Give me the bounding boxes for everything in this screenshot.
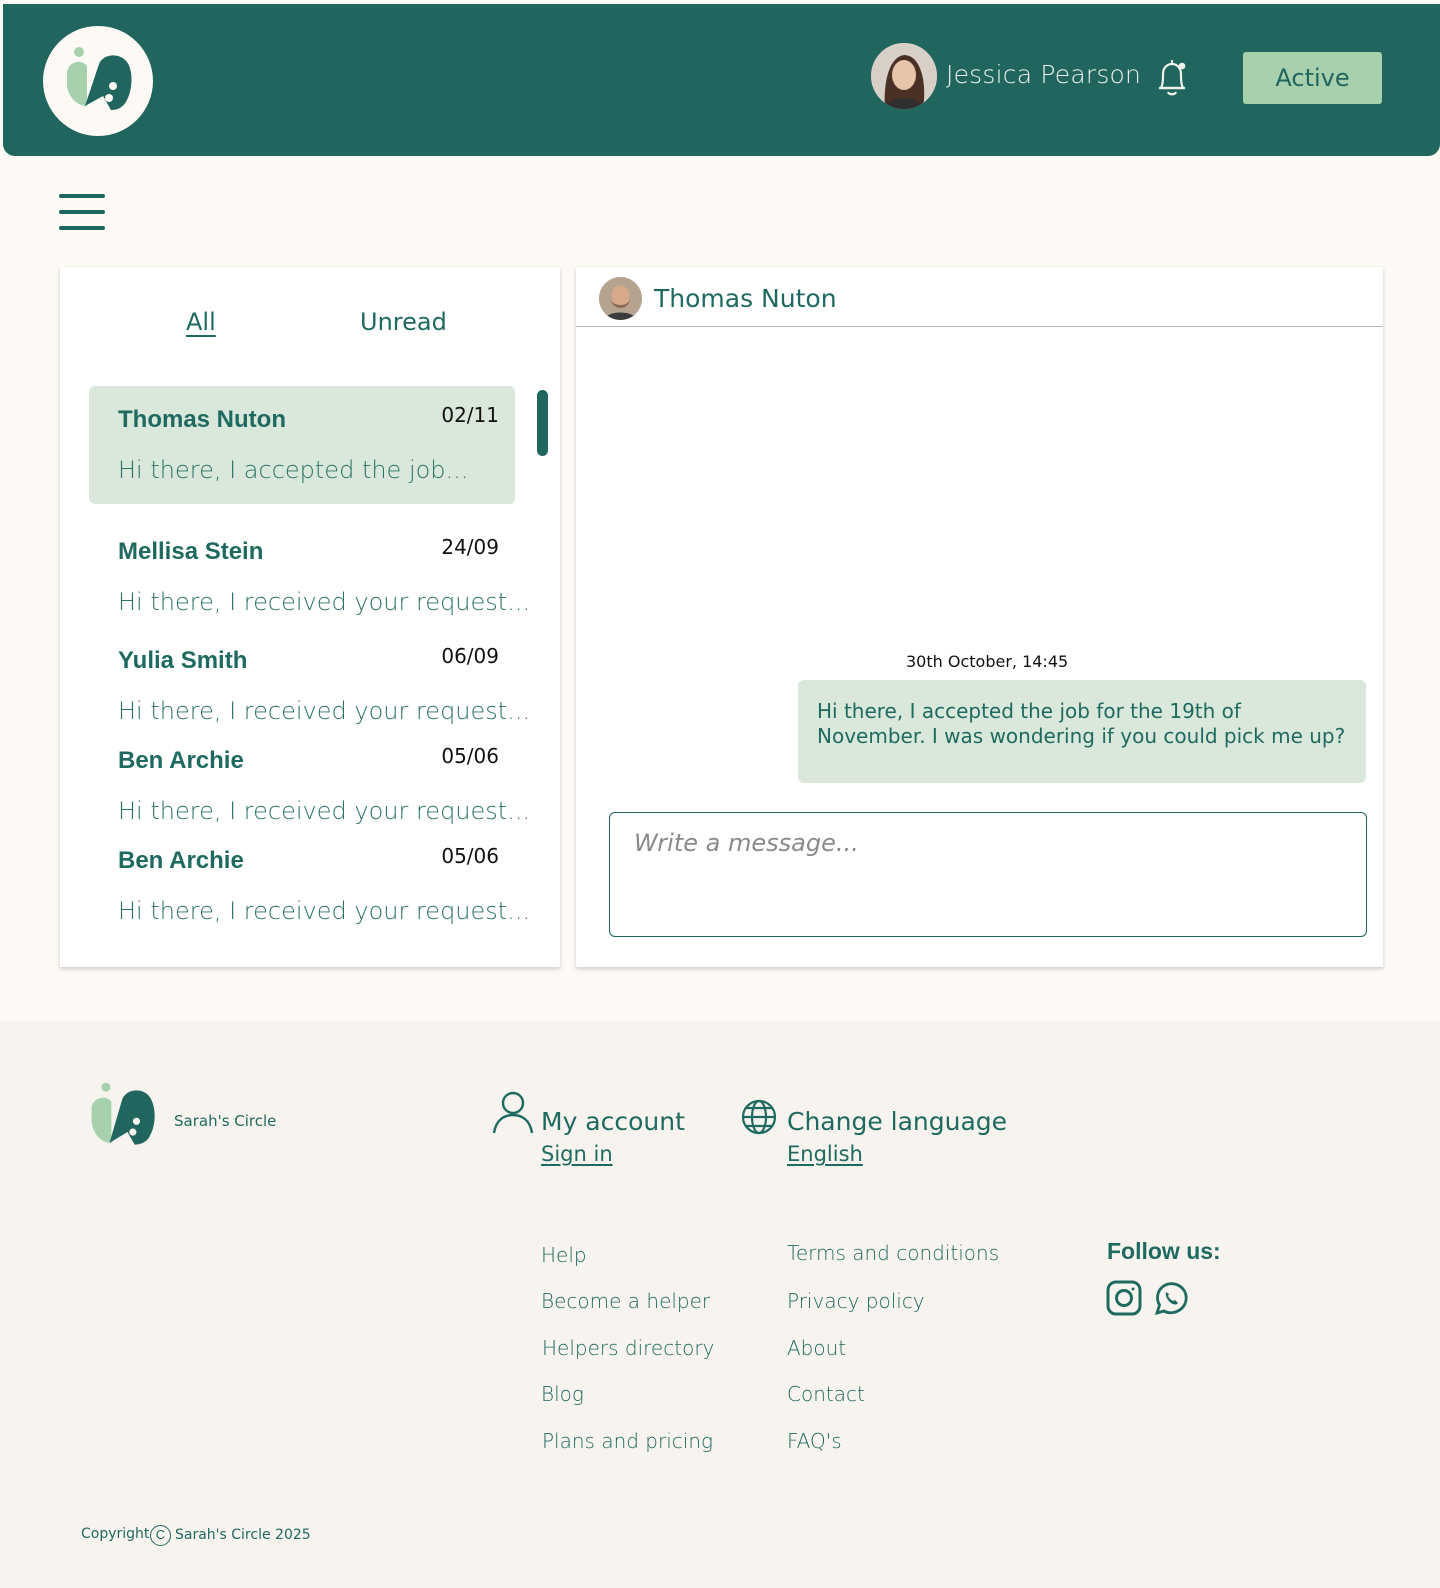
footer-logo[interactable] bbox=[86, 1080, 160, 1155]
globe-icon bbox=[740, 1098, 778, 1141]
conversation-preview: Hi there, I received your request... bbox=[118, 797, 531, 825]
message-timestamp: 30th October, 14:45 bbox=[906, 652, 1069, 671]
conversation-date: 06/09 bbox=[441, 644, 499, 668]
footer-brand: Sarah's Circle bbox=[174, 1112, 277, 1130]
status-button[interactable]: Active bbox=[1243, 52, 1382, 104]
footer-link-privacy[interactable]: Privacy policy bbox=[787, 1289, 925, 1313]
message-input[interactable] bbox=[609, 812, 1367, 937]
top-header: Jessica Pearson Active bbox=[3, 4, 1440, 156]
footer-link-contact[interactable]: Contact bbox=[787, 1382, 865, 1406]
logo[interactable] bbox=[43, 26, 153, 136]
whatsapp-icon[interactable] bbox=[1153, 1280, 1190, 1322]
message-bubble: Hi there, I accepted the job for the 19t… bbox=[798, 680, 1366, 783]
instagram-icon[interactable] bbox=[1106, 1280, 1142, 1321]
my-account-heading: My account bbox=[541, 1107, 685, 1136]
tab-all[interactable]: All bbox=[186, 308, 216, 336]
footer-link-faqs[interactable]: FAQ's bbox=[787, 1429, 842, 1453]
conversation-date: 02/11 bbox=[441, 403, 499, 427]
conversation-date: 05/06 bbox=[441, 744, 499, 768]
conversation-name: Thomas Nuton bbox=[118, 406, 286, 433]
conversation-name: Ben Archie bbox=[118, 747, 244, 774]
conversation-date: 24/09 bbox=[441, 535, 499, 559]
footer-link-terms[interactable]: Terms and conditions bbox=[787, 1241, 999, 1265]
message-text: Hi there, I accepted the job for the 19t… bbox=[817, 699, 1346, 748]
conversation-preview: Hi there, I received your request... bbox=[118, 697, 531, 725]
conversation-item[interactable]: Ben Archie 05/06 Hi there, I received yo… bbox=[89, 827, 530, 927]
footer-link-help[interactable]: Help bbox=[541, 1243, 587, 1267]
copyright-text: Sarah's Circle 2025 bbox=[175, 1527, 311, 1543]
logo-mark-icon bbox=[67, 47, 132, 110]
footer bbox=[0, 1021, 1440, 1588]
user-avatar[interactable] bbox=[871, 43, 937, 109]
copyright-label: Copyright bbox=[81, 1526, 150, 1542]
logo-mark-icon bbox=[91, 1082, 155, 1145]
conversation-item[interactable]: Yulia Smith 06/09 Hi there, I received y… bbox=[89, 627, 530, 727]
conversation-item[interactable]: Ben Archie 05/06 Hi there, I received yo… bbox=[89, 727, 530, 827]
follow-us-heading: Follow us: bbox=[1107, 1238, 1221, 1264]
copyright-icon: C bbox=[150, 1525, 171, 1546]
conversation-item-active[interactable]: Thomas Nuton 02/11 Hi there, I accepted … bbox=[89, 386, 515, 504]
conversation-name: Yulia Smith bbox=[118, 647, 248, 674]
sign-in-link[interactable]: Sign in bbox=[541, 1142, 613, 1166]
conversation-preview: Hi there, I received your request... bbox=[118, 588, 531, 616]
bell-icon[interactable] bbox=[1152, 56, 1192, 105]
menu-icon[interactable] bbox=[59, 192, 106, 232]
user-name[interactable]: Jessica Pearson bbox=[946, 60, 1141, 89]
conversation-preview: Hi there, I received your request... bbox=[118, 897, 531, 925]
scrollbar[interactable] bbox=[537, 390, 548, 456]
user-icon bbox=[492, 1090, 534, 1139]
conversation-preview: Hi there, I accepted the job... bbox=[118, 456, 469, 484]
footer-link-helpers-directory[interactable]: Helpers directory bbox=[542, 1336, 714, 1360]
contact-avatar[interactable] bbox=[599, 277, 642, 320]
conversation-date: 05/06 bbox=[441, 844, 499, 868]
language-link[interactable]: English bbox=[787, 1142, 863, 1166]
footer-link-blog[interactable]: Blog bbox=[541, 1382, 584, 1406]
contact-name: Thomas Nuton bbox=[654, 284, 837, 313]
conversation-name: Mellisa Stein bbox=[118, 538, 264, 565]
footer-link-about[interactable]: About bbox=[787, 1336, 846, 1360]
conversation-item[interactable]: Mellisa Stein 24/09 Hi there, I received… bbox=[89, 518, 530, 618]
footer-link-become-helper[interactable]: Become a helper bbox=[541, 1289, 710, 1313]
conversation-name: Ben Archie bbox=[118, 847, 244, 874]
chat-divider bbox=[576, 326, 1383, 327]
tab-unread[interactable]: Unread bbox=[360, 308, 447, 336]
change-language-heading: Change language bbox=[787, 1107, 1008, 1136]
footer-link-plans-pricing[interactable]: Plans and pricing bbox=[542, 1429, 713, 1453]
